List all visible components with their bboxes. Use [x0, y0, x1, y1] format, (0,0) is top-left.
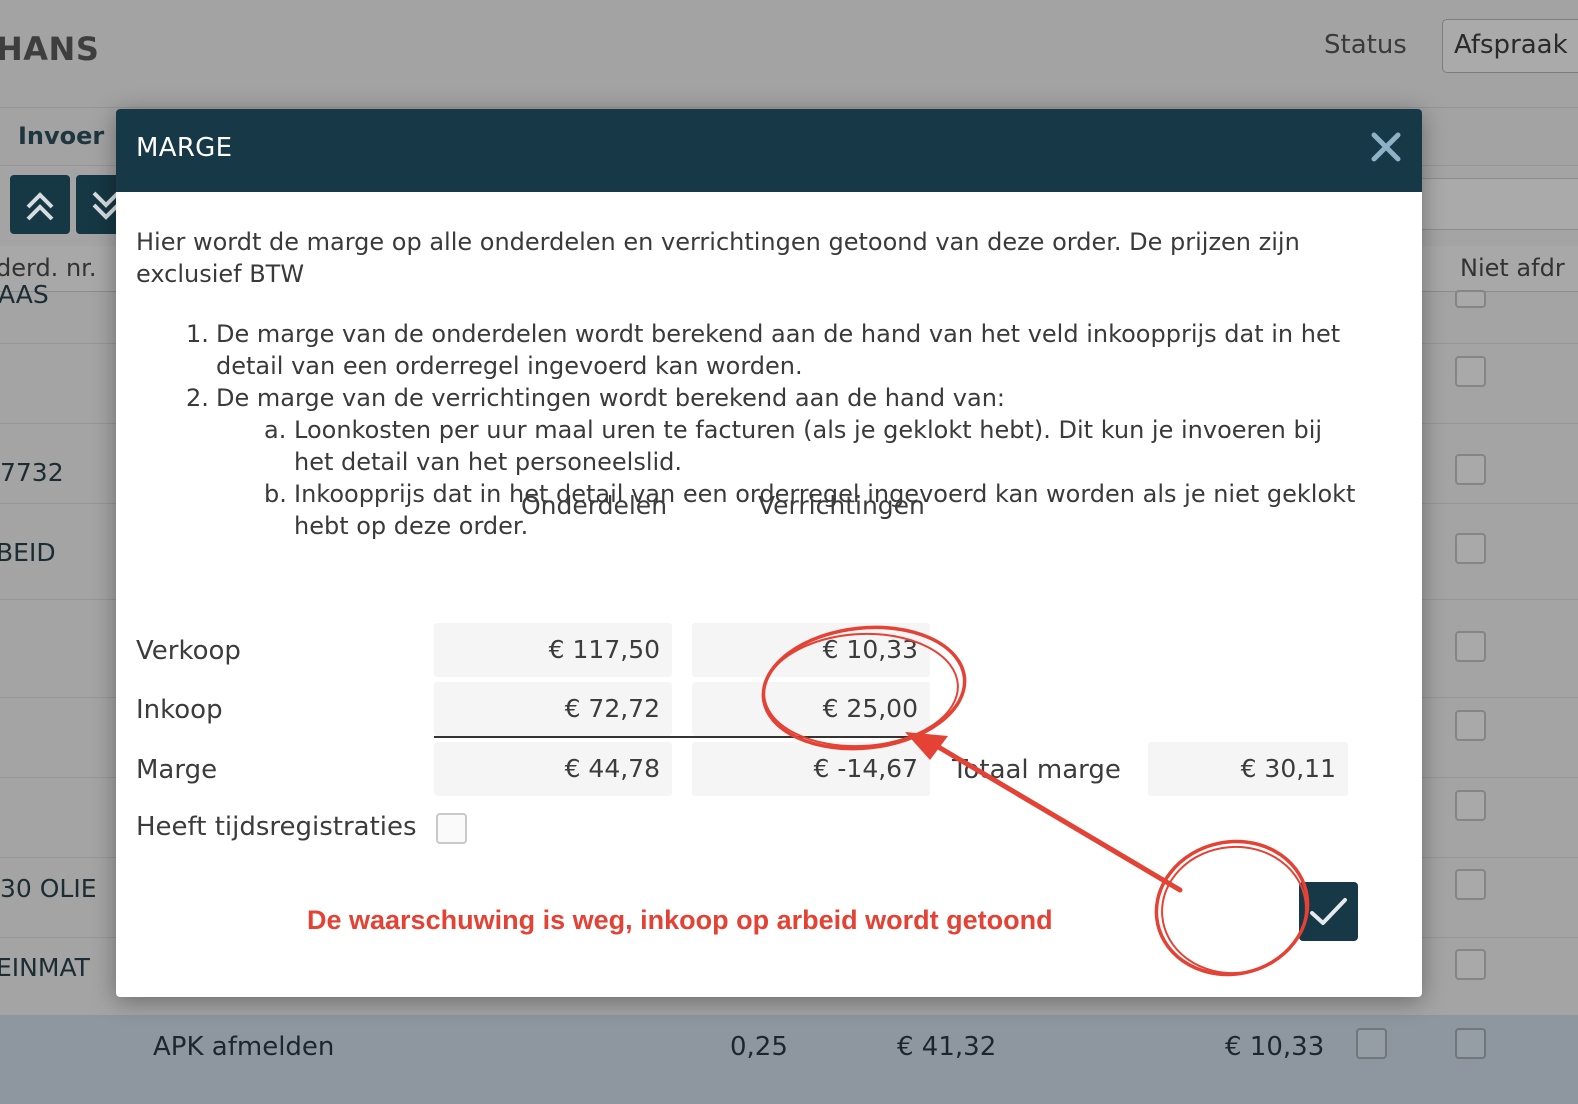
status-select[interactable]: Afspraak [1442, 19, 1578, 73]
row-checkbox[interactable] [1455, 533, 1486, 564]
close-button[interactable] [1366, 127, 1406, 167]
tab-invoer[interactable]: Invoer [18, 122, 104, 150]
list-number: 2. [186, 384, 209, 412]
time-registrations-label: Heeft tijdsregistraties [136, 812, 417, 842]
apk-total: € 10,33 [1225, 1032, 1325, 1062]
row-checkbox[interactable] [1455, 631, 1486, 662]
apk-description: APK afmelden [153, 1032, 335, 1062]
column-header-onderdelen: Onderdelen [521, 491, 668, 520]
chevrons-up-icon [26, 192, 54, 221]
row-text: AAS [0, 280, 49, 309]
time-registrations-checkbox[interactable] [436, 813, 467, 844]
expand-all-button[interactable] [10, 175, 70, 234]
row-text: EINMAT [0, 953, 90, 982]
list-item-text: De marge van de onderdelen wordt bereken… [216, 320, 1341, 380]
row-checkbox[interactable] [1455, 454, 1486, 485]
total-margin-label: Totaal marge [952, 755, 1121, 785]
margin-parts-value: € 44,78 [434, 742, 672, 796]
sub-list-item-text: Loonkosten per uur maal uren te facturen… [294, 416, 1323, 476]
sub-list-item: a. Loonkosten per uur maal uren te factu… [264, 414, 1366, 478]
dialog-header: MARGE [116, 109, 1422, 192]
apk-quantity: 0,25 [730, 1032, 788, 1062]
status-label: Status [1324, 30, 1407, 60]
list-letter: b. [264, 480, 287, 508]
column-header-part-number: derd. nr. [0, 254, 97, 282]
sale-parts-value: € 117,50 [434, 623, 672, 677]
row-checkbox[interactable] [1455, 869, 1486, 900]
sub-list: a. Loonkosten per uur maal uren te factu… [186, 414, 1366, 542]
list-item: 1. De marge van de onderdelen wordt bere… [186, 318, 1366, 382]
close-icon [1371, 132, 1401, 162]
purchase-parts-value: € 72,72 [434, 682, 672, 736]
row-checkbox[interactable] [1455, 710, 1486, 741]
row-checkbox[interactable] [1455, 790, 1486, 821]
apk-price: € 41,32 [897, 1032, 997, 1062]
apk-checkbox[interactable] [1356, 1028, 1387, 1059]
row-label-inkoop: Inkoop [136, 695, 223, 725]
column-header-verrichtingen: Verrichtingen [758, 491, 925, 520]
row-text: 30 OLIE [0, 874, 97, 903]
row-checkbox[interactable] [1455, 356, 1486, 387]
marge-dialog: MARGE Hier wordt de marge op alle onderd… [116, 109, 1422, 997]
row-checkbox[interactable] [1455, 290, 1486, 308]
list-number: 1. [186, 320, 209, 348]
sum-divider [434, 736, 930, 738]
row-checkbox[interactable] [1455, 949, 1486, 980]
column-header-niet-afdrukken: Niet afdr [1460, 254, 1565, 282]
row-label-verkoop: Verkoop [136, 636, 241, 666]
total-margin-value: € 30,11 [1148, 742, 1348, 796]
intro-text: Hier wordt de marge op alle onderdelen e… [136, 228, 1300, 288]
page-title: HANS [0, 30, 100, 68]
row-label-marge: Marge [136, 755, 218, 785]
row-text: 7732 [0, 458, 64, 487]
row-text: BEID [0, 538, 56, 567]
list-item-text: De marge van de verrichtingen wordt bere… [216, 384, 1005, 412]
checkmark-icon [1310, 898, 1347, 925]
list-letter: a. [264, 416, 287, 444]
purchase-labour-value: € 25,00 [692, 682, 930, 736]
margin-labour-value: € -14,67 [692, 742, 930, 796]
list-item: 2. De marge van de verrichtingen wordt b… [186, 382, 1366, 414]
dialog-title: MARGE [136, 133, 233, 163]
confirm-button[interactable] [1299, 882, 1358, 941]
apk-niet-afdrukken-checkbox[interactable] [1455, 1028, 1486, 1059]
annotation-text: De waarschuwing is weg, inkoop op arbeid… [307, 905, 1053, 935]
search-input[interactable] [1418, 178, 1578, 230]
sale-labour-value: € 10,33 [692, 623, 930, 677]
